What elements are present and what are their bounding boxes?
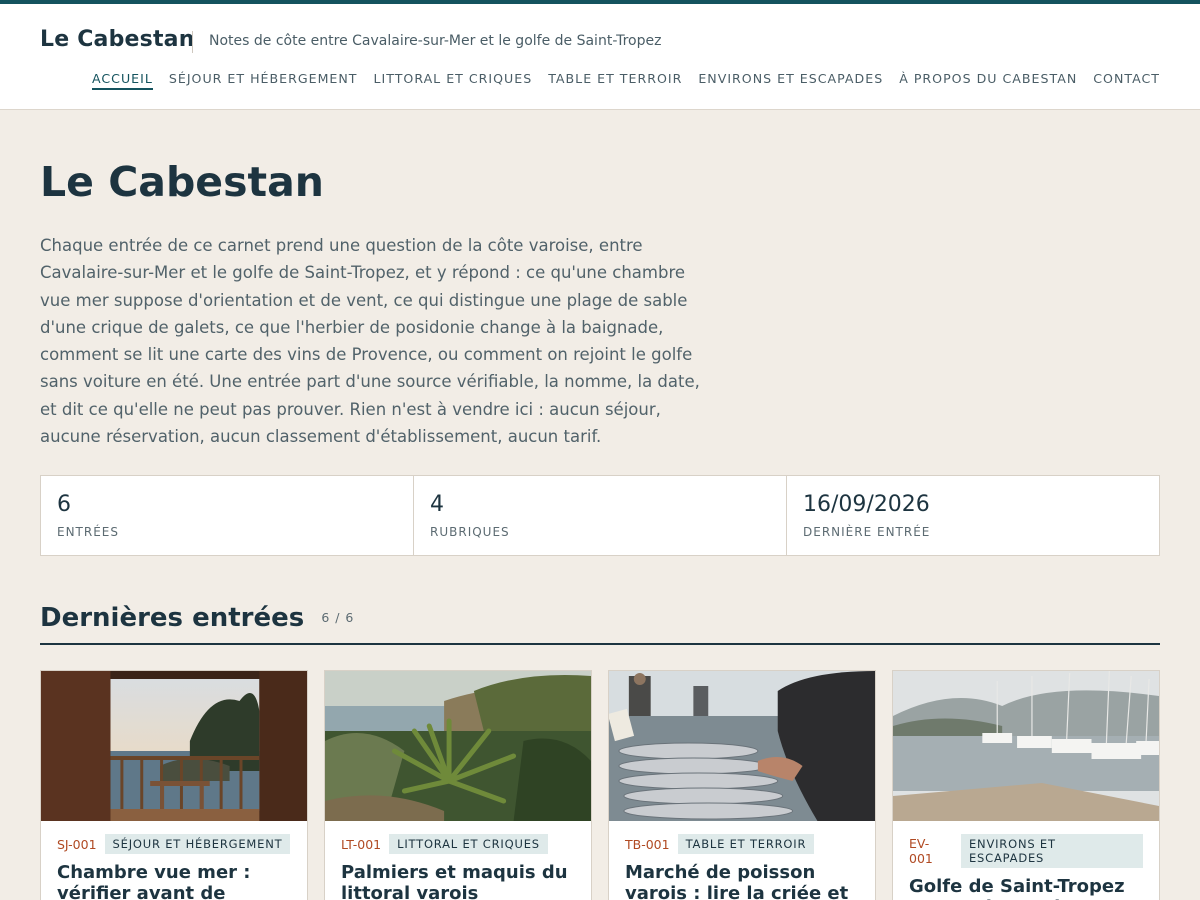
category-badge[interactable]: ENVIRONS ET ESCAPADES bbox=[960, 834, 1143, 868]
card-meta: TB-001 TABLE ET TERROIR bbox=[609, 821, 875, 854]
nav-item-contact[interactable]: CONTACT bbox=[1093, 71, 1160, 90]
entry-cards: SJ-001 SÉJOUR ET HÉBERGEMENT Chambre vue… bbox=[40, 670, 1160, 900]
stat-value: 4 bbox=[430, 492, 444, 517]
stat-label: ENTRÉES bbox=[57, 525, 120, 539]
site-tagline: Notes de côte entre Cavalaire-sur-Mer et… bbox=[209, 33, 662, 49]
nav-item-sejour[interactable]: SÉJOUR ET HÉBERGEMENT bbox=[169, 71, 358, 90]
category-badge[interactable]: SÉJOUR ET HÉBERGEMENT bbox=[104, 834, 291, 854]
entry-code: TB-001 bbox=[625, 836, 670, 852]
balcony-sea-view-photo bbox=[41, 671, 307, 821]
entry-title[interactable]: Palmiers et maquis du littoral varois bbox=[325, 854, 591, 900]
brand-logo-link[interactable]: Le Cabestan bbox=[40, 27, 195, 52]
section-title: Dernières entrées bbox=[40, 603, 305, 633]
entry-code: LT-001 bbox=[341, 836, 382, 852]
latest-section-header: Dernières entrées 6 / 6 bbox=[40, 603, 1160, 645]
page-title: Le Cabestan bbox=[40, 158, 324, 206]
nav-item-table[interactable]: TABLE ET TERROIR bbox=[548, 71, 682, 90]
category-badge[interactable]: LITTORAL ET CRIQUES bbox=[389, 834, 548, 854]
stat-label: RUBRIQUES bbox=[430, 525, 510, 539]
marina-photo bbox=[893, 671, 1159, 821]
site-header: Le Cabestan Notes de côte entre Cavalair… bbox=[0, 4, 1200, 110]
fish-market-photo bbox=[609, 671, 875, 821]
entry-title[interactable]: Golfe de Saint-Tropez sans voiture : bat… bbox=[893, 868, 1159, 900]
entry-card[interactable]: SJ-001 SÉJOUR ET HÉBERGEMENT Chambre vue… bbox=[40, 670, 308, 900]
stat-value: 6 bbox=[57, 492, 71, 517]
entry-card[interactable]: TB-001 TABLE ET TERROIR Marché de poisso… bbox=[608, 670, 876, 900]
stat-value: 16/09/2026 bbox=[803, 492, 930, 517]
card-meta: SJ-001 SÉJOUR ET HÉBERGEMENT bbox=[41, 821, 307, 854]
nav-item-accueil[interactable]: ACCUEIL bbox=[91, 71, 153, 90]
category-badge[interactable]: TABLE ET TERROIR bbox=[677, 834, 815, 854]
entry-card[interactable]: EV-001 ENVIRONS ET ESCAPADES Golfe de Sa… bbox=[892, 670, 1160, 900]
header-divider bbox=[192, 31, 193, 53]
entry-code: SJ-001 bbox=[57, 836, 97, 852]
entry-title[interactable]: Marché de poisson varois : lire la criée… bbox=[609, 854, 875, 900]
entry-title[interactable]: Chambre vue mer : vérifier avant de rése… bbox=[41, 854, 307, 900]
stat-entries: 6 ENTRÉES bbox=[41, 476, 414, 555]
card-meta: EV-001 ENVIRONS ET ESCAPADES bbox=[893, 821, 1159, 868]
nav-item-littoral[interactable]: LITTORAL ET CRIQUES bbox=[374, 71, 533, 90]
entry-card[interactable]: LT-001 LITTORAL ET CRIQUES Palmiers et m… bbox=[324, 670, 592, 900]
stat-rubriques: 4 RUBRIQUES bbox=[414, 476, 787, 555]
stat-last-entry: 16/09/2026 DERNIÈRE ENTRÉE bbox=[787, 476, 1159, 555]
stats-panel: 6 ENTRÉES 4 RUBRIQUES 16/09/2026 DERNIÈR… bbox=[40, 475, 1160, 556]
entry-code: EV-001 bbox=[909, 836, 933, 866]
nav-item-environs[interactable]: ENVIRONS ET ESCAPADES bbox=[698, 71, 883, 90]
intro-paragraph: Chaque entrée de ce carnet prend une que… bbox=[40, 236, 700, 447]
palm-maquis-photo bbox=[325, 671, 591, 821]
main-nav: ACCUEIL SÉJOUR ET HÉBERGEMENT LITTORAL E… bbox=[91, 71, 1160, 90]
stat-label: DERNIÈRE ENTRÉE bbox=[803, 525, 931, 539]
section-count: 6 / 6 bbox=[321, 610, 355, 625]
nav-item-a-propos[interactable]: À PROPOS DU CABESTAN bbox=[899, 71, 1077, 90]
card-meta: LT-001 LITTORAL ET CRIQUES bbox=[325, 821, 591, 854]
